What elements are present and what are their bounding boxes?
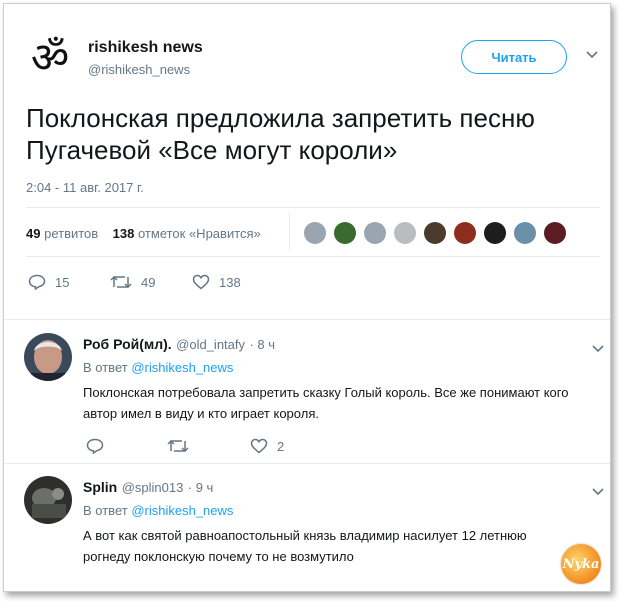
account-name[interactable]: rishikesh news: [88, 39, 203, 57]
reply-text: Поклонская потребовала запретить сказку …: [83, 385, 569, 421]
heart-icon: [192, 274, 210, 290]
divider: [26, 207, 600, 208]
retweet-icon: [167, 439, 189, 453]
in-reply-to: В ответ @rishikesh_news: [83, 503, 233, 518]
chevron-down-icon[interactable]: [592, 342, 604, 356]
liker-avatar[interactable]: [544, 222, 566, 244]
in-reply-prefix: В ответ: [83, 360, 128, 375]
tweet-stats: 49 ретвитов 138 отметок «Нравится»: [26, 226, 261, 241]
reply-author-handle[interactable]: @old_intafy: [176, 337, 245, 352]
tweet-timestamp[interactable]: 2:04 - 11 авг. 2017 г.: [26, 180, 144, 195]
like-action[interactable]: 2: [250, 438, 284, 454]
like-count: 2: [277, 438, 285, 454]
liker-avatar[interactable]: [514, 222, 536, 244]
tweet-text: Поклонская предложила запретить песню Пу…: [26, 103, 535, 165]
like-action[interactable]: 138: [192, 274, 241, 290]
liker-avatar[interactable]: [364, 222, 386, 244]
heart-icon: [250, 438, 268, 454]
reply-action[interactable]: 15: [28, 274, 69, 290]
reply-header: Splin @splin013 · 9 ч: [83, 479, 213, 497]
reply-time[interactable]: · 9 ч: [188, 480, 214, 495]
divider: [4, 463, 610, 464]
reply-icon: [28, 274, 46, 290]
divider: [289, 212, 290, 250]
retweets-label[interactable]: ретвитов: [44, 226, 98, 241]
reply-author-handle[interactable]: @splin013: [122, 480, 184, 495]
liker-avatar[interactable]: [454, 222, 476, 244]
liker-avatar[interactable]: [394, 222, 416, 244]
retweet-action[interactable]: 49: [110, 274, 155, 290]
divider: [26, 256, 600, 257]
likes-label[interactable]: отметок «Нравится»: [138, 226, 261, 241]
liker-avatar[interactable]: [484, 222, 506, 244]
liker-avatar[interactable]: [334, 222, 356, 244]
account-logo[interactable]: ॐ: [26, 32, 74, 82]
retweet-count: 49: [141, 274, 156, 290]
in-reply-to: В ответ @rishikesh_news: [83, 360, 233, 375]
retweets-count[interactable]: 49: [26, 226, 40, 241]
tweet-card: ॐ rishikesh news @rishikesh_news Читать …: [3, 3, 611, 592]
retweet-icon: [110, 275, 132, 289]
liker-avatar[interactable]: [424, 222, 446, 244]
watermark-logo: Nyka: [561, 544, 601, 584]
reply-action[interactable]: [86, 438, 104, 454]
svg-text:ॐ: ॐ: [31, 33, 69, 80]
reply-icon: [86, 438, 104, 454]
avatar[interactable]: [24, 476, 72, 524]
account-handle[interactable]: @rishikesh_news: [88, 62, 190, 77]
likes-count[interactable]: 138: [113, 226, 135, 241]
om-icon: ॐ: [31, 33, 69, 82]
reply-author-name[interactable]: Роб Рой(мл).: [83, 336, 172, 352]
avatar[interactable]: [24, 333, 72, 381]
reply-time[interactable]: · 8 ч: [249, 337, 275, 352]
liker-avatar[interactable]: [304, 222, 326, 244]
chevron-down-icon[interactable]: [592, 485, 604, 499]
follow-button[interactable]: Читать: [461, 40, 567, 74]
reply-author-name[interactable]: Splin: [83, 479, 117, 495]
divider: [4, 319, 610, 320]
in-reply-link[interactable]: @rishikesh_news: [131, 360, 233, 375]
reply-count: 15: [55, 274, 70, 290]
in-reply-prefix: В ответ: [83, 503, 128, 518]
reply-text: А вот как святой равноапостольный князь …: [83, 528, 527, 564]
retweet-action[interactable]: [167, 438, 189, 454]
in-reply-link[interactable]: @rishikesh_news: [131, 503, 233, 518]
reply-header: Роб Рой(мл). @old_intafy · 8 ч: [83, 336, 275, 354]
like-count: 138: [219, 274, 241, 290]
chevron-down-icon[interactable]: [586, 48, 598, 62]
